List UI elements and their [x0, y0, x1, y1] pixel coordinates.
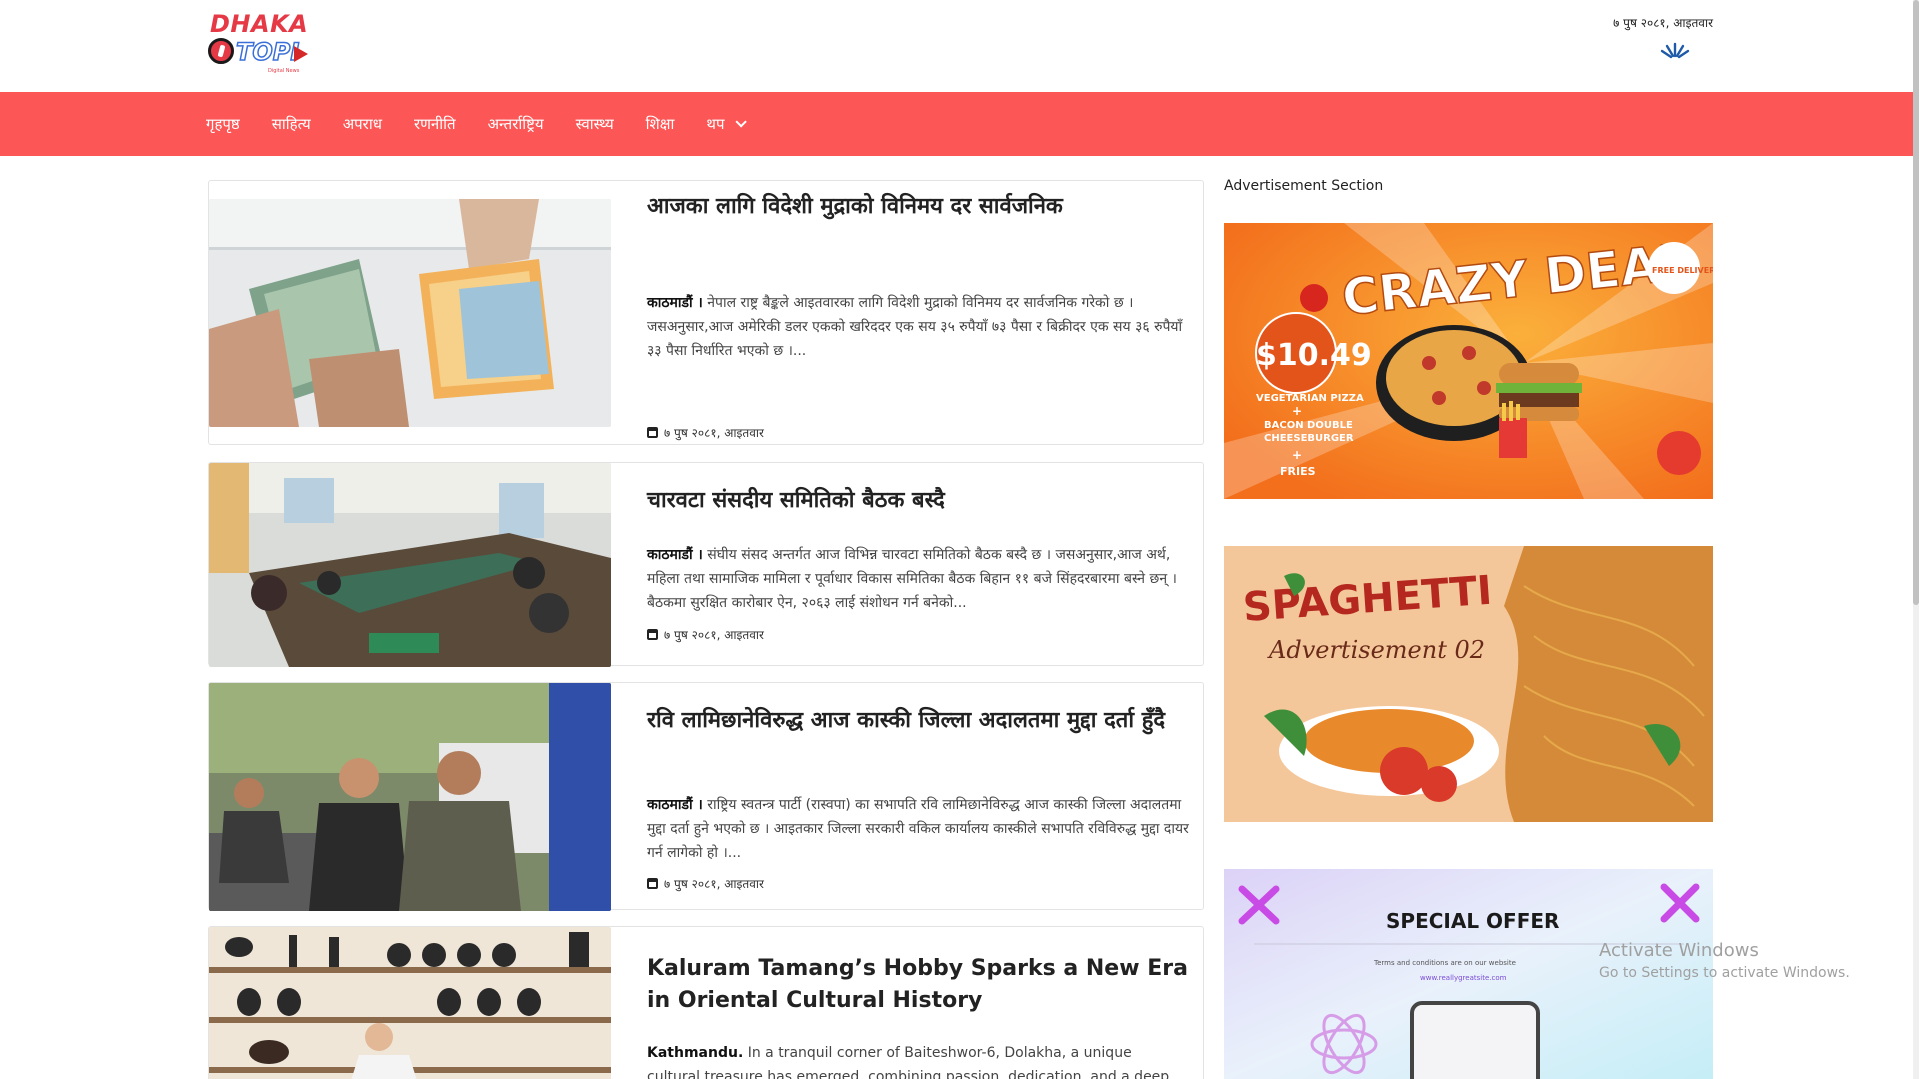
scrollbar-thumb[interactable]	[1913, 0, 1919, 605]
ad1-item2b: CHEESEBURGER	[1264, 433, 1354, 444]
nav-item-international[interactable]: अन्तर्राष्ट्रिय	[488, 114, 544, 134]
nav-item-education[interactable]: शिक्षा	[646, 114, 675, 134]
logo-text-top: DHAKA	[210, 10, 309, 38]
article-title[interactable]: चारवटा संसदीय समितिको बैठक बस्दै	[647, 485, 1189, 517]
article-date-text: ७ पुष २०८१, आइतवार	[664, 426, 764, 440]
article-excerpt: काठमाडौं । राष्ट्रिय स्वतन्त्र पार्टी (र…	[647, 793, 1189, 865]
ad1-plus1: +	[1292, 404, 1302, 418]
article-excerpt-text: राष्ट्रिय स्वतन्त्र पार्टी (रास्वपा) का …	[647, 797, 1189, 861]
article-excerpt: Kathmandu. In a tranquil corner of Baite…	[647, 1041, 1189, 1079]
nepal-flag-icon	[294, 46, 308, 62]
ad3-headline: SPECIAL OFFER	[1386, 909, 1559, 933]
logo-tagline: Digital News	[268, 68, 300, 74]
ad1-price: $10.49	[1256, 338, 1372, 373]
article-excerpt: काठमाडौं । नेपाल राष्ट्र बैङ्कले आइतवारक…	[647, 291, 1189, 363]
nav-item-literature[interactable]: साहित्य	[272, 114, 311, 134]
sidebar-title: Advertisement Section	[1224, 178, 1384, 194]
mic-icon	[208, 38, 234, 64]
page-scrollbar[interactable]	[1913, 0, 1919, 1079]
article-location: Kathmandu.	[647, 1045, 744, 1061]
article-thumbnail-meeting[interactable]	[209, 463, 611, 667]
article-date: ७ पुष २०८१, आइतवार	[647, 626, 764, 643]
news-card[interactable]: रवि लामिछानेविरुद्ध आज कास्की जिल्ला अदा…	[208, 682, 1204, 911]
article-thumbnail-court[interactable]	[209, 683, 611, 911]
article-thumbnail-museum[interactable]	[209, 927, 611, 1079]
nav-item-health[interactable]: स्वास्थ्य	[576, 114, 614, 134]
nav-item-strategy[interactable]: रणनीति	[414, 114, 456, 134]
weather-icon	[1660, 42, 1690, 59]
article-date: ७ पुष २०८१, आइतवार	[647, 424, 764, 441]
news-card[interactable]: Kaluram Tamang’s Hobby Sparks a New Era …	[208, 926, 1204, 1079]
ad-banner-crazy-deal[interactable]: CRAZY DEAL $10.49 VEGETARIAN PIZZA + BAC…	[1224, 223, 1713, 499]
chevron-down-icon	[734, 116, 747, 128]
main-nav: गृहपृष्ठ साहित्य अपराध रणनीति अन्तर्राष्…	[0, 92, 1919, 156]
ad1-badge: FREE DELIVERY	[1652, 266, 1713, 275]
article-title[interactable]: रवि लामिछानेविरुद्ध आज कास्की जिल्ला अदा…	[647, 705, 1189, 737]
article-date-text: ७ पुष २०८१, आइतवार	[664, 877, 764, 891]
site-header: DHAKA TOPI Digital News ७ पुष २०८१, आइतव…	[0, 0, 1919, 92]
nav-item-crime[interactable]: अपराध	[343, 114, 382, 134]
activate-windows-subtitle: Go to Settings to activate Windows.	[1599, 965, 1850, 981]
calendar-icon	[647, 629, 658, 640]
article-title[interactable]: Kaluram Tamang’s Hobby Sparks a New Era …	[647, 953, 1189, 1017]
article-date-text: ७ पुष २०८१, आइतवार	[664, 628, 764, 642]
ad1-plus2: +	[1292, 448, 1302, 462]
news-card[interactable]: चारवटा संसदीय समितिको बैठक बस्दै काठमाडौ…	[208, 462, 1204, 667]
nav-item-more[interactable]: थप	[706, 114, 747, 134]
article-excerpt-text: नेपाल राष्ट्र बैङ्कले आइतवारका लागि विदे…	[647, 295, 1183, 359]
activate-windows-title: Activate Windows	[1599, 940, 1759, 961]
news-card[interactable]: आजका लागि विदेशी मुद्राको विनिमय दर सार्…	[208, 180, 1204, 445]
ad1-item1: VEGETARIAN PIZZA	[1256, 393, 1364, 404]
article-location: काठमाडौं ।	[647, 295, 703, 311]
ad3-terms: Terms and conditions are on our website	[1373, 959, 1516, 967]
site-logo[interactable]: DHAKA TOPI Digital News	[208, 10, 318, 74]
article-date: ७ पुष २०८१, आइतवार	[647, 875, 764, 892]
logo-text-bottom: TOPI	[235, 37, 300, 67]
calendar-icon	[647, 878, 658, 889]
ad1-item3: FRIES	[1280, 465, 1316, 478]
calendar-icon	[647, 427, 658, 438]
article-excerpt: काठमाडौं । संघीय संसद अन्तर्गत आज विभिन्…	[647, 543, 1189, 615]
nav-item-more-label: थप	[706, 115, 725, 133]
ad3-url: www.reallygreatsite.com	[1420, 974, 1507, 982]
header-date: ७ पुष २०८१, आइतवार	[1613, 16, 1713, 30]
nav-item-home[interactable]: गृहपृष्ठ	[206, 114, 240, 134]
ad2-subline: Advertisement 02	[1267, 636, 1485, 664]
article-excerpt-text: संघीय संसद अन्तर्गत आज विभिन्न चारवटा सम…	[647, 547, 1177, 611]
ad1-item2: BACON DOUBLE	[1264, 420, 1353, 431]
article-location: काठमाडौं ।	[647, 797, 703, 813]
ad-banner-spaghetti[interactable]: SPAGHETTI Advertisement 02	[1224, 546, 1713, 822]
article-location: काठमाडौं ।	[647, 547, 703, 563]
article-title[interactable]: आजका लागि विदेशी मुद्राको विनिमय दर सार्…	[647, 191, 1189, 223]
article-thumbnail-currency[interactable]	[209, 199, 611, 427]
